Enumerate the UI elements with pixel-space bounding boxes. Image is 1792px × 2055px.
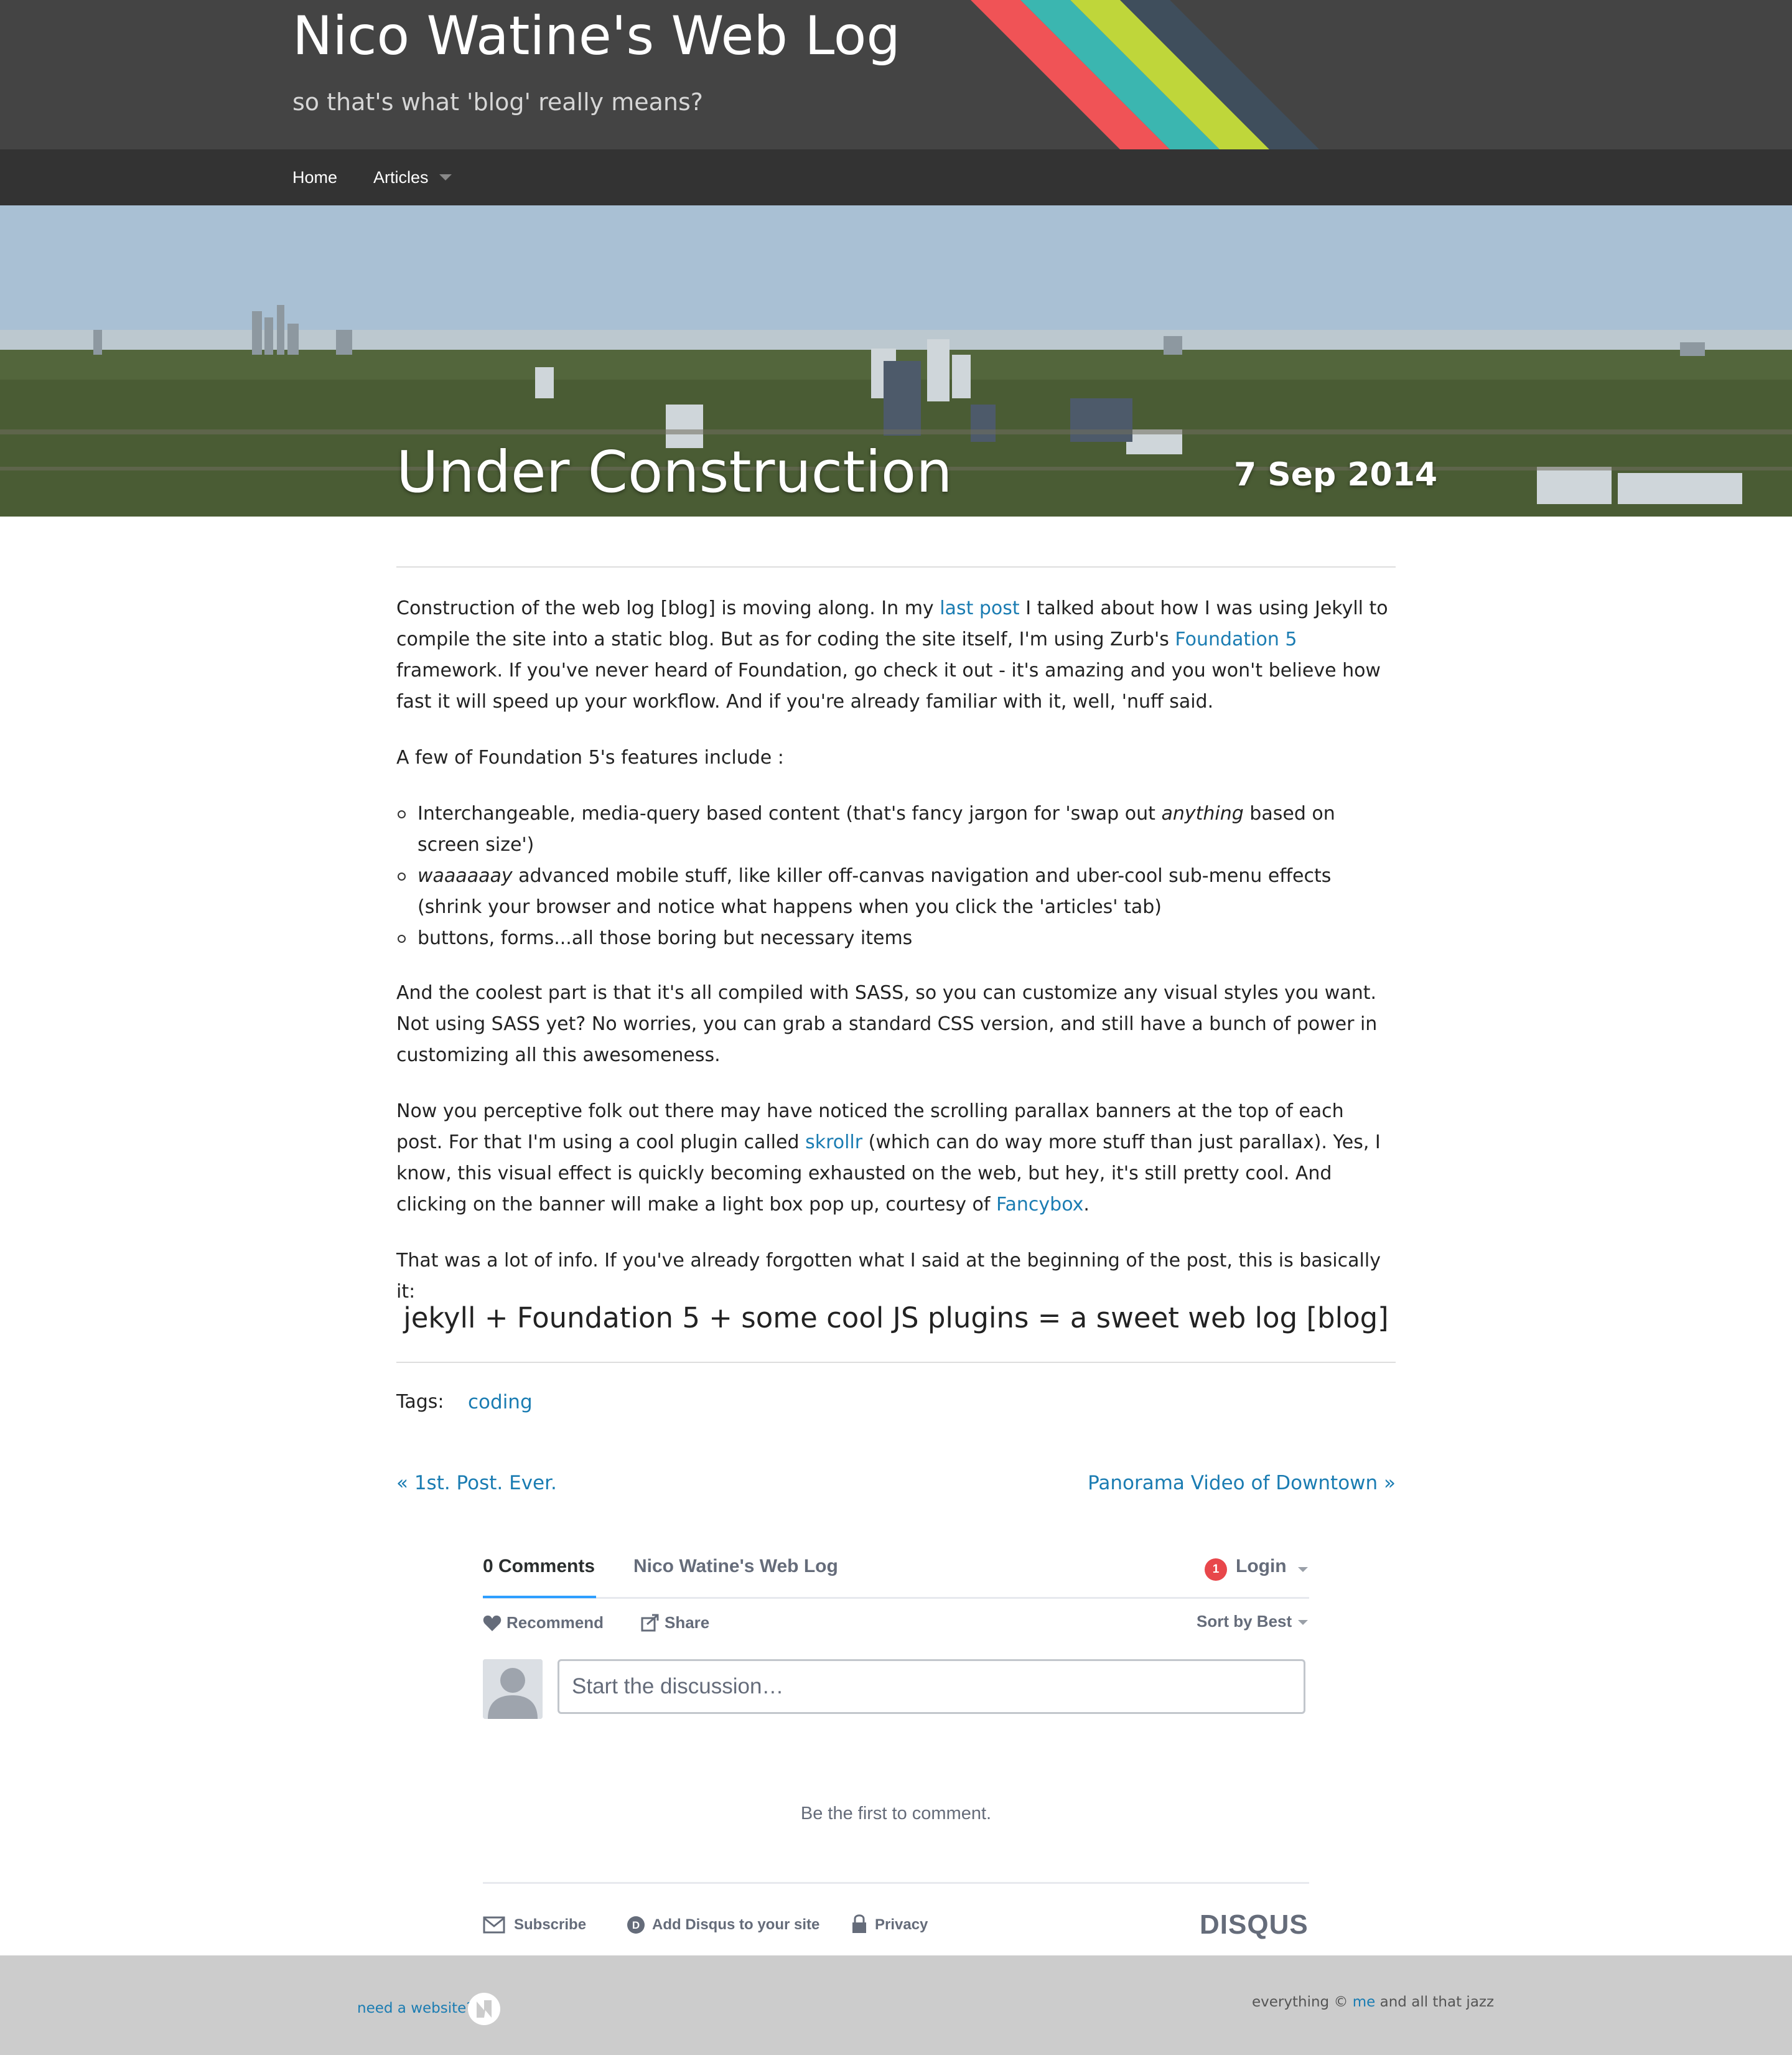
sort-by-best[interactable]: Sort by Best — [1197, 1612, 1292, 1631]
features-list: Interchangeable, media-query based conte… — [396, 798, 1396, 954]
post-date: 7 Sep 2014 — [1234, 456, 1438, 494]
site-footer: need a website? everything © me and all … — [0, 1955, 1792, 2055]
tags-label: Tags: — [396, 1391, 444, 1413]
text: everything © — [1252, 1994, 1353, 2010]
avatar — [483, 1659, 543, 1719]
chevron-down-icon[interactable] — [1298, 1567, 1308, 1572]
empty-state-message: Be the first to comment. — [800, 1804, 992, 1823]
share-icon — [641, 1614, 659, 1632]
text: buttons, forms...all those boring but ne… — [418, 927, 913, 949]
lock-icon — [852, 1914, 866, 1933]
svg-text:D: D — [632, 1919, 640, 1931]
text: Interchangeable, media-query based conte… — [418, 803, 1162, 825]
tab-divider — [483, 1597, 1309, 1599]
disqus-icon: D — [627, 1916, 645, 1934]
active-tab-indicator — [483, 1596, 596, 1598]
login-button[interactable]: Login — [1236, 1556, 1287, 1577]
paragraph-intro: Construction of the web log [blog] is mo… — [396, 593, 1396, 718]
copyright-text: everything © me and all that jazz — [1252, 1994, 1494, 2010]
mail-icon — [483, 1916, 505, 1934]
text: and all that jazz — [1375, 1994, 1495, 2010]
tab-comments[interactable]: 0 Comments — [483, 1556, 595, 1577]
text: . — [1083, 1194, 1090, 1215]
post-title: Under Construction — [396, 439, 953, 505]
comment-input[interactable]: Start the discussion… — [558, 1659, 1305, 1714]
divider — [396, 566, 1396, 568]
skrollr-link[interactable]: skrollr — [805, 1131, 862, 1153]
emphasis: anything — [1161, 803, 1244, 825]
post-banner[interactable]: Under Construction 7 Sep 2014 — [0, 205, 1792, 517]
chevron-down-icon[interactable] — [1298, 1620, 1308, 1625]
privacy-link[interactable]: Privacy — [875, 1916, 928, 1934]
notification-badge[interactable]: 1 — [1205, 1558, 1227, 1581]
chevron-down-icon[interactable] — [439, 174, 452, 180]
add-disqus-link[interactable]: Add Disqus to your site — [652, 1916, 819, 1934]
heart-icon — [483, 1615, 502, 1631]
paragraph-features-intro: A few of Foundation 5's features include… — [396, 747, 784, 769]
divider — [396, 1362, 1396, 1363]
nav-articles[interactable]: Articles — [373, 149, 429, 205]
top-nav: Home Articles — [0, 149, 1792, 205]
bullet-icon — [398, 935, 406, 943]
next-post-link[interactable]: Panorama Video of Downtown » — [1088, 1468, 1396, 1499]
previous-post-link[interactable]: « 1st. Post. Ever. — [396, 1468, 557, 1499]
paragraph-sass: And the coolest part is that it's all co… — [396, 982, 1378, 1066]
recommend-button[interactable]: Recommend — [506, 1613, 604, 1632]
text: framework. If you've never heard of Foun… — [396, 660, 1381, 713]
foundation-link[interactable]: Foundation 5 — [1175, 629, 1297, 650]
need-website-link[interactable]: need a website? — [357, 2000, 474, 2016]
site-header: Nico Watine's Web Log so that's what 'bl… — [0, 0, 1792, 149]
me-link[interactable]: me — [1353, 1994, 1376, 2010]
footer-divider — [483, 1882, 1309, 1884]
list-item: buttons, forms...all those boring but ne… — [396, 923, 1396, 954]
bullet-icon — [398, 873, 406, 881]
paragraph-parallax: Now you perceptive folk out there may ha… — [396, 1096, 1396, 1220]
text: Construction of the web log [blog] is mo… — [396, 597, 940, 619]
user-icon — [483, 1659, 543, 1719]
last-post-link[interactable]: last post — [940, 597, 1019, 619]
disqus-logo[interactable]: DISQUS — [1200, 1909, 1309, 1940]
text: advanced mobile stuff, like killer off-c… — [418, 865, 1332, 918]
bullet-icon — [398, 810, 406, 818]
designer-logo-icon[interactable] — [467, 1992, 502, 2026]
site-title[interactable]: Nico Watine's Web Log — [292, 5, 900, 67]
emphasis: waaaaaay — [418, 865, 513, 887]
list-item: waaaaaay advanced mobile stuff, like kil… — [396, 861, 1396, 923]
tag-coding[interactable]: coding — [468, 1387, 533, 1418]
notification-count: 1 — [1212, 1563, 1220, 1576]
tab-community[interactable]: Nico Watine's Web Log — [633, 1556, 838, 1577]
nav-home[interactable]: Home — [292, 149, 337, 205]
site-subtitle: so that's what 'blog' really means? — [292, 88, 703, 116]
fancybox-link[interactable]: Fancybox — [996, 1194, 1083, 1215]
article-body: Construction of the web log [blog] is mo… — [396, 566, 1396, 1308]
summary-formula: jekyll + Foundation 5 + some cool JS plu… — [403, 1301, 1389, 1334]
list-item: Interchangeable, media-query based conte… — [396, 798, 1396, 861]
share-button[interactable]: Share — [665, 1613, 709, 1632]
subscribe-link[interactable]: Subscribe — [514, 1916, 586, 1934]
